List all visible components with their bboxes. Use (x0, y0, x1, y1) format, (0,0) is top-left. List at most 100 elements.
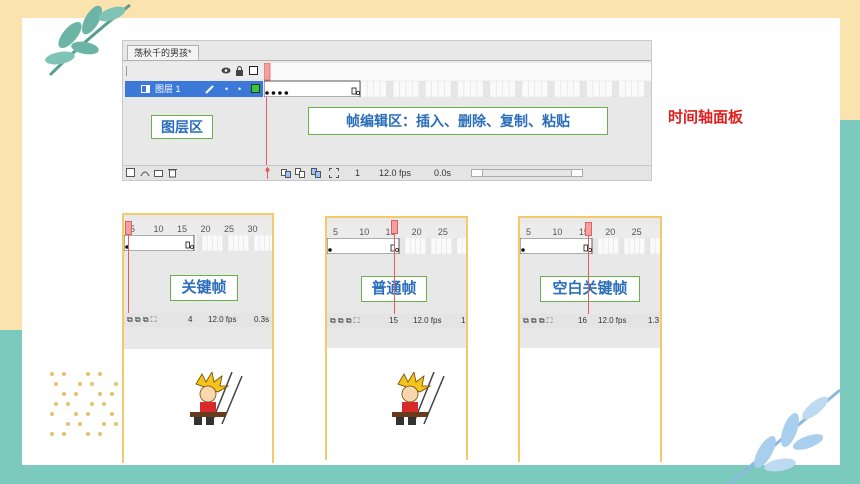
eye-icon[interactable] (221, 66, 231, 75)
panel-playhead[interactable] (391, 220, 398, 234)
panel-frames[interactable] (326, 237, 468, 255)
document-tab[interactable]: 荡秋千的男孩* (127, 45, 199, 60)
frame-cell (222, 234, 229, 252)
outline-icon[interactable] (249, 66, 259, 76)
keyframe-dot (271, 91, 276, 95)
frame-cell (425, 237, 432, 255)
frame-cell (639, 237, 646, 255)
layer-row-selected[interactable]: 图层 1 • • (125, 81, 263, 97)
ruler-tick-label: 30 (247, 224, 257, 234)
main-timeline-panel: 荡秋千的男孩* 51015202530354045505560 图层 1 • •… (122, 40, 652, 181)
panel-footer-icons: ⧉ ⧉ ⧉ ⛶ (330, 316, 360, 325)
frame-cell (637, 80, 645, 97)
panel-footer: ⧉ ⧉ ⧉ ⛶ 16 12.0 fps 1.3 (520, 314, 660, 328)
panel-footer-icons: ⧉ ⧉ ⧉ ⛶ (127, 315, 157, 324)
frame-cell (404, 237, 411, 255)
frame-editing-area[interactable] (264, 63, 651, 97)
frame-cell (534, 80, 542, 97)
panel-frames-grid (123, 234, 276, 252)
dot (50, 412, 54, 416)
panel-current-frame: 15 (389, 316, 398, 325)
guide-layer-icon[interactable] (140, 168, 150, 178)
dot (62, 372, 66, 376)
pencil-icon (205, 85, 214, 94)
frame-cell (201, 234, 208, 252)
horizontal-scrollbar[interactable] (471, 169, 583, 177)
dot (62, 432, 66, 436)
panel-elapsed-time: 1.3 (648, 316, 660, 325)
panel-gap (520, 328, 660, 348)
dot (110, 412, 114, 416)
frame-cell (483, 80, 491, 97)
dot (90, 382, 94, 386)
frame-cell (461, 237, 468, 255)
swinging-boy-illustration (392, 372, 445, 425)
dot (102, 402, 106, 406)
frame-cell (521, 80, 529, 97)
tab-divider (123, 60, 651, 61)
dot (74, 412, 78, 416)
dot (86, 432, 90, 436)
trash-icon[interactable] (168, 168, 177, 178)
frame-cell (264, 234, 270, 252)
panel-frames[interactable] (519, 237, 661, 255)
frame-cell (420, 237, 427, 255)
footer-playhead-icon (265, 167, 270, 179)
frame-cell (366, 80, 374, 97)
panel-playhead-line (394, 224, 395, 314)
ruler-tick-label: 20 (412, 227, 422, 237)
frame-cell (612, 80, 619, 97)
leaf-decoration-right-icon (729, 388, 841, 484)
frame-cell (431, 80, 439, 97)
frame-cell (547, 80, 555, 97)
frame-cell (618, 237, 625, 255)
visibility-dot[interactable]: • (225, 81, 228, 97)
keyframe-dot (328, 248, 332, 252)
frame-cell (430, 237, 437, 255)
frame-cell (232, 234, 239, 252)
frame-cell (597, 237, 604, 255)
swinging-boy-illustration (190, 372, 243, 425)
ruler-tick-label: 25 (438, 227, 448, 237)
center-frame-icon[interactable] (281, 168, 292, 178)
panel-playhead[interactable] (585, 222, 592, 236)
frame-cell (441, 237, 447, 255)
frame-cell (399, 237, 406, 255)
scrollbar-thumb[interactable] (482, 170, 572, 176)
panel-frames[interactable] (123, 234, 276, 252)
frame-cell (405, 80, 413, 97)
frame-cell (386, 80, 394, 97)
lock-dot[interactable]: • (238, 81, 241, 97)
dot-pattern-decoration (50, 372, 120, 444)
layer-name: 图层 1 (155, 84, 181, 94)
new-layer-icon[interactable] (126, 168, 136, 178)
frame-cell (579, 80, 587, 97)
dot (54, 382, 58, 386)
lock-icon[interactable] (235, 65, 244, 76)
panel-playhead[interactable] (125, 221, 132, 235)
frame-cell (399, 80, 407, 97)
frame-cell (217, 234, 224, 252)
frame-cell (554, 80, 561, 97)
folder-icon[interactable] (154, 168, 164, 178)
frame-rate: 12.0 fps (379, 168, 412, 178)
onion-outline-icon[interactable] (311, 168, 322, 178)
frame-cell (613, 237, 620, 255)
edit-multiple-icon[interactable] (329, 168, 339, 178)
frame-cell (634, 237, 640, 255)
dot (66, 402, 70, 406)
background-left-band-teal (0, 330, 22, 484)
timeline-footer: 1 12.0 fps 0.0s (123, 165, 651, 180)
panel-playhead-line (588, 224, 589, 314)
panel-footer-icons: ⧉ ⧉ ⧉ ⛶ (523, 316, 553, 325)
frame-cell (463, 80, 471, 97)
ruler-tick-label: 20 (200, 224, 210, 234)
ruler-tick-label: 10 (552, 227, 562, 237)
main-playhead (264, 63, 271, 81)
layer-color-icon[interactable] (251, 84, 261, 94)
frame-cell (258, 234, 265, 252)
onion-skin-icon[interactable] (295, 168, 306, 178)
frame-cell (624, 80, 632, 97)
dot (114, 422, 118, 426)
frame-cell (451, 237, 458, 255)
